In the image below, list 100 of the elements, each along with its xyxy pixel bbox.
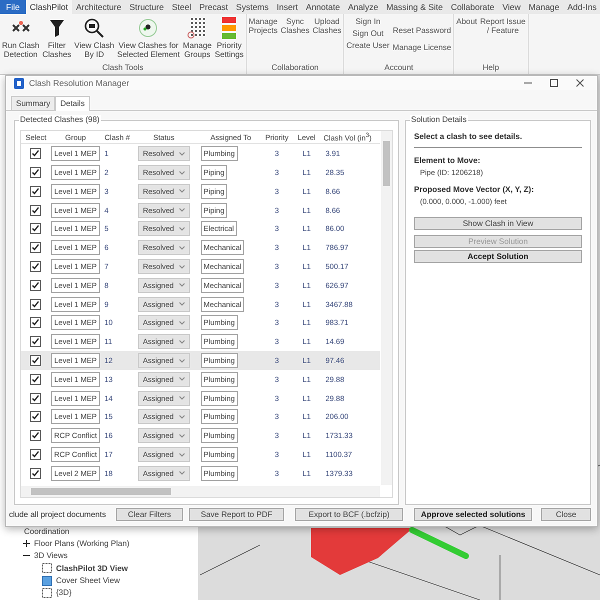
caret-icon — [179, 246, 186, 250]
checkbox[interactable] — [30, 411, 42, 422]
ribbon-tab[interactable]: Architecture — [72, 0, 126, 14]
group-legend: Solution Details — [410, 115, 468, 126]
field-label: Element to Move: — [414, 156, 482, 166]
checkbox[interactable] — [30, 148, 42, 160]
filter-icon — [48, 17, 65, 39]
panel-title: Help — [482, 62, 500, 74]
ribbon-tab[interactable]: Structure — [125, 0, 168, 14]
priority-bars-icon — [222, 17, 236, 39]
caret-icon — [179, 152, 186, 156]
checkbox[interactable] — [30, 280, 42, 291]
checkbox[interactable] — [30, 355, 42, 366]
checkbox[interactable] — [30, 223, 42, 234]
tree-item[interactable]: Cover Sheet View — [56, 576, 120, 586]
ribbon-tab[interactable]: Precast — [195, 0, 232, 14]
footer-button[interactable]: Approve selected solutions — [414, 508, 532, 522]
checkbox[interactable] — [30, 449, 42, 460]
panel-title: Account — [383, 62, 414, 74]
checkbox[interactable] — [30, 298, 42, 310]
checkbox[interactable] — [30, 468, 42, 479]
caret-icon — [179, 170, 186, 175]
caret-icon — [178, 471, 185, 476]
caret-icon — [178, 283, 185, 288]
expander-icon[interactable] — [23, 540, 30, 548]
caret-icon — [179, 189, 186, 194]
ribbon-tab[interactable]: File — [0, 0, 26, 14]
tree-item[interactable]: 3D Views — [34, 551, 68, 560]
ribbon-command[interactable]: Create User — [346, 41, 390, 50]
ribbon-tab[interactable]: ClashPilot — [26, 0, 72, 14]
ribbon-command[interactable]: Sync Clashes — [280, 17, 310, 35]
ribbon-tab[interactable]: Insert — [272, 0, 302, 14]
checkbox[interactable] — [30, 336, 42, 348]
ribbon-button[interactable]: Run Clash Detection — [2, 17, 40, 59]
tree-item[interactable]: {3D} — [56, 588, 72, 598]
checkbox[interactable] — [30, 430, 42, 442]
ribbon-tab[interactable]: Collaborate — [446, 0, 498, 14]
caret-icon — [179, 226, 186, 231]
close-icon[interactable] — [575, 78, 585, 88]
ribbon-button[interactable]: Manage Groups — [182, 17, 212, 59]
prompt-text: Select a clash to see details. — [414, 132, 582, 148]
vertical-scrollbar[interactable] — [381, 131, 392, 486]
action-button[interactable]: Accept Solution — [414, 250, 582, 264]
caret-icon — [178, 414, 185, 419]
checkbox[interactable] — [30, 242, 42, 254]
ribbon-tab[interactable]: View — [498, 0, 525, 14]
caret-icon — [179, 208, 186, 212]
ribbon-command[interactable]: Sign In — [346, 17, 390, 26]
tree-item[interactable]: ClashPilot 3D View — [56, 564, 128, 573]
ribbon-tab[interactable]: Analyze — [344, 0, 382, 14]
sheet-icon — [42, 576, 52, 586]
ribbon-command[interactable]: Manage License — [392, 43, 452, 52]
dialog-tab[interactable]: Summary — [11, 96, 56, 110]
caret-icon — [178, 340, 185, 344]
target-icon — [138, 17, 158, 39]
checkbox[interactable] — [30, 186, 42, 197]
footer-button[interactable]: Export to BCF (.bcfzip) — [295, 508, 403, 522]
option-label: clude all project documents — [9, 510, 106, 520]
checkbox[interactable] — [30, 317, 42, 328]
maximize-icon[interactable] — [549, 78, 559, 88]
checkbox[interactable] — [30, 392, 42, 404]
footer-button[interactable]: Clear Filters — [116, 508, 183, 522]
footer-button[interactable]: Close — [541, 508, 591, 522]
ribbon-tab[interactable]: Manage — [524, 0, 564, 14]
ribbon-tab[interactable]: Systems — [232, 0, 273, 14]
caret-icon — [178, 396, 185, 400]
panel-title: Collaboration — [270, 62, 320, 74]
ribbon-button[interactable]: Filter Clashes — [42, 17, 72, 59]
checkbox[interactable] — [30, 167, 42, 178]
group-legend: Detected Clashes (98) — [19, 115, 101, 126]
ribbon-tab[interactable]: Massing & Site — [382, 0, 447, 14]
ribbon-command[interactable]: Upload Clashes — [312, 17, 342, 35]
caret-icon — [178, 302, 185, 306]
ribbon-button[interactable]: Priority Settings — [214, 17, 244, 59]
dialog-tab[interactable]: Details — [55, 96, 90, 112]
window-title: Clash Resolution Manager — [29, 78, 130, 88]
tree-item[interactable]: Floor Plans (Working Plan) — [34, 539, 130, 548]
checkbox[interactable] — [30, 204, 42, 216]
ribbon-command[interactable]: Reset Password — [392, 26, 452, 35]
ribbon-tab[interactable]: Annotate — [302, 0, 344, 14]
checkbox[interactable] — [30, 261, 42, 272]
ribbon-tab[interactable]: Add-Ins — [563, 0, 600, 14]
ribbon-command[interactable]: Manage Projects — [248, 17, 278, 35]
ribbon-button[interactable]: View Clashes for Selected Element — [117, 17, 180, 59]
tree-item[interactable]: Coordination — [24, 526, 70, 536]
caret-icon — [178, 434, 185, 438]
checkbox[interactable] — [30, 374, 42, 385]
ribbon-tab[interactable]: Steel — [168, 0, 196, 14]
field-label: Proposed Move Vector (X, Y, Z): — [414, 185, 535, 194]
ribbon-command[interactable]: Report Issue / Feature — [480, 17, 526, 35]
action-button[interactable]: Show Clash in View — [414, 217, 582, 230]
ribbon-command[interactable]: Sign Out — [346, 29, 390, 38]
grid-dots-icon — [187, 17, 208, 39]
horizontal-scrollbar[interactable] — [21, 486, 380, 498]
caret-icon — [179, 264, 186, 269]
ribbon-command[interactable]: About — [456, 17, 478, 26]
view-icon — [42, 563, 52, 574]
ribbon-button[interactable]: View Clash By ID — [74, 17, 114, 59]
caret-icon — [178, 452, 185, 457]
footer-button[interactable]: Save Report to PDF — [188, 508, 284, 522]
